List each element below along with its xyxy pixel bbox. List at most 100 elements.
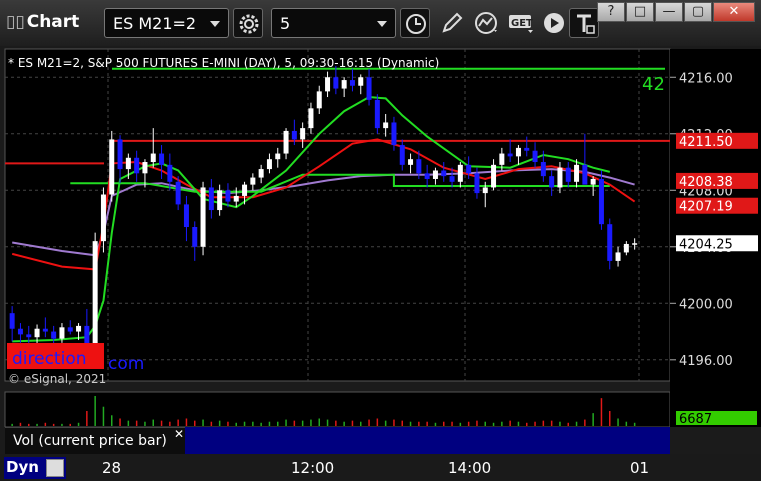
candle-body-20 — [175, 181, 181, 205]
candle-body-48 — [408, 159, 414, 165]
help-button[interactable]: ? — [597, 2, 625, 22]
volume-pane — [4, 391, 671, 427]
interval-field[interactable]: 5 — [271, 8, 396, 38]
settings-button[interactable] — [233, 8, 263, 38]
watermark-suffix: com — [108, 354, 144, 374]
link-icon: □ — [633, 4, 647, 19]
candle-body-37 — [316, 91, 322, 109]
candle-body-57 — [482, 187, 488, 194]
volume-label: 6687 — [679, 412, 712, 427]
draw-button[interactable] — [437, 8, 467, 38]
help-icon: ? — [607, 4, 615, 19]
play-icon — [544, 13, 564, 33]
candle-body-29 — [250, 177, 256, 185]
grip-icon: ▯▯ — [6, 12, 25, 32]
text-icon — [577, 14, 595, 34]
candle-body-63 — [532, 150, 538, 163]
candle-body-44 — [374, 99, 380, 129]
candle-body-49 — [416, 159, 422, 174]
candle-body-40 — [341, 80, 347, 89]
candle-body-75 — [632, 243, 638, 245]
candle-body-35 — [300, 128, 306, 140]
candle-body-52 — [441, 170, 447, 177]
dyn-label: Dyn — [6, 458, 39, 476]
text-button[interactable] — [569, 8, 599, 38]
candle-body-69 — [582, 164, 588, 185]
candle-body-17 — [150, 153, 156, 163]
link-button[interactable]: □ — [626, 2, 654, 22]
candle-body-66 — [557, 167, 563, 188]
time-tick-1200: 12:00 — [291, 459, 335, 477]
close-button[interactable]: ✕ — [713, 2, 755, 22]
candle-body-21 — [183, 204, 189, 228]
get-button[interactable]: GET — [505, 8, 535, 38]
price-label-0: 4211.50 — [679, 135, 733, 150]
candle-body-67 — [565, 167, 571, 182]
time-button[interactable] — [400, 8, 430, 38]
candle-body-18 — [159, 153, 165, 165]
candle-body-16 — [142, 162, 148, 174]
app-title: ▯▯ Chart — [6, 12, 79, 32]
candle-body-34 — [291, 130, 297, 140]
candle-body-4 — [42, 328, 48, 332]
candle-body-46 — [391, 122, 397, 146]
lock-icon[interactable] — [46, 459, 64, 477]
candle-body-5 — [51, 331, 57, 339]
candle-body-31 — [266, 159, 272, 170]
dyn-button[interactable]: Dyn — [4, 457, 66, 479]
candle-body-62 — [524, 147, 530, 151]
play-button[interactable] — [539, 8, 569, 38]
time-tick-01: 01 — [630, 459, 650, 477]
minimize-icon: — — [662, 4, 676, 19]
candle-body-68 — [574, 164, 580, 182]
clock-icon — [406, 14, 426, 34]
price-tick-label-4: 4200.00 — [679, 297, 733, 312]
candle-body-24 — [208, 187, 214, 211]
study-button[interactable] — [471, 8, 501, 38]
volume-study-tab[interactable]: Vol (current price bar) ✕ — [5, 427, 185, 455]
candle-body-22 — [192, 227, 198, 247]
candle-body-13 — [117, 139, 123, 170]
chevron-down-icon[interactable] — [210, 21, 220, 27]
candle-body-33 — [283, 130, 289, 154]
candle-body-51 — [432, 170, 438, 179]
time-tick-1400: 14:00 — [448, 459, 492, 477]
maximize-button[interactable]: ▢ — [684, 2, 712, 22]
study-icon — [475, 12, 497, 34]
chevron-down-icon[interactable] — [377, 21, 387, 27]
candle-body-15 — [134, 157, 140, 174]
candle-body-28 — [242, 184, 248, 196]
close-icon: ✕ — [728, 4, 740, 19]
candle-body-65 — [549, 176, 555, 188]
copyright-text: © eSignal, 2021 — [8, 372, 106, 386]
minimize-button[interactable]: — — [655, 2, 683, 22]
candle-body-36 — [308, 108, 314, 129]
candle-body-60 — [507, 153, 513, 157]
symbol-field[interactable]: ES M21=2 — [104, 8, 229, 38]
candle-body-14 — [125, 157, 131, 170]
candle-body-38 — [325, 77, 331, 92]
candle-body-45 — [383, 122, 389, 129]
candle-body-0 — [9, 313, 15, 329]
price-label-2: 4207.19 — [679, 200, 733, 215]
candle-body-1 — [17, 328, 23, 335]
price-chart[interactable]: 4216.004212.004208.004204.004200.004196.… — [0, 46, 761, 427]
candle-body-41 — [349, 80, 355, 86]
time-tick-28: 28 — [102, 459, 122, 477]
candle-body-74 — [623, 243, 629, 253]
candle-body-39 — [333, 77, 339, 89]
toolbar: ▯▯ Chart ES M21=2 5 GET ? □ — ▢ ✕ — [0, 0, 761, 47]
candle-body-27 — [233, 195, 239, 202]
candle-body-11 — [100, 194, 106, 242]
candle-body-56 — [474, 173, 480, 194]
interval-value: 5 — [280, 14, 291, 33]
price-tick-label-5: 4196.00 — [679, 354, 733, 369]
candle-body-73 — [615, 252, 621, 261]
get-icon: GET — [509, 15, 533, 33]
candle-body-32 — [275, 153, 281, 160]
candle-body-6 — [59, 327, 65, 339]
close-icon[interactable]: ✕ — [174, 427, 184, 441]
price-tick-label-0: 4216.00 — [679, 71, 733, 86]
watermark-text: direction — [12, 349, 87, 369]
chart-header: * ES M21=2, S&P 500 FUTURES E-MINI (DAY)… — [8, 56, 439, 70]
